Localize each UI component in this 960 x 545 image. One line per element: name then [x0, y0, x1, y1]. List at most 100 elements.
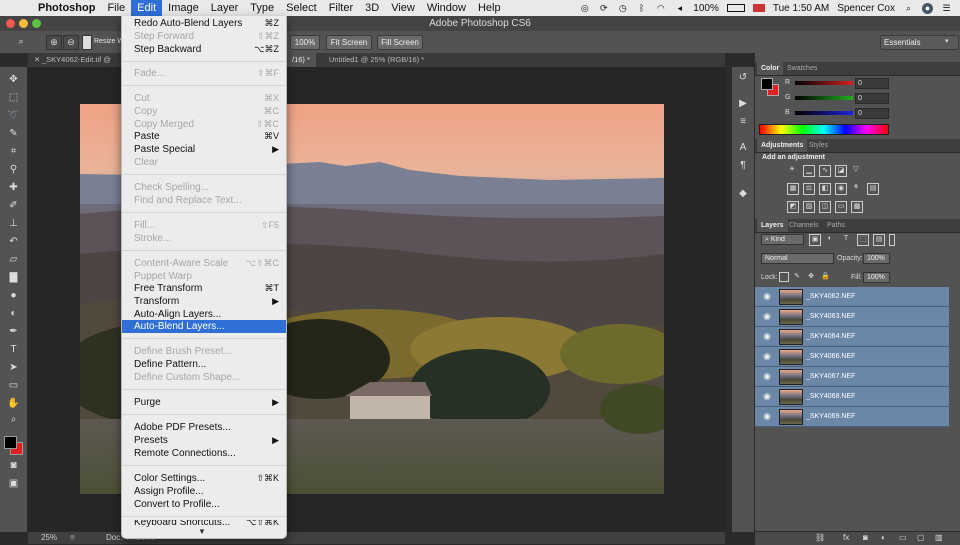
- filter-adjust-icon[interactable]: ◐: [825, 234, 835, 244]
- group-folder-icon[interactable]: ▭: [899, 533, 907, 542]
- lock-position-icon[interactable]: ✥: [807, 272, 815, 280]
- filter-pixel-icon[interactable]: ▣: [809, 234, 821, 246]
- menu-app-photoshop[interactable]: Photoshop: [34, 0, 101, 16]
- eye-icon[interactable]: ◉: [761, 411, 773, 421]
- filter-smart-icon[interactable]: ▤: [873, 234, 885, 246]
- tab-color[interactable]: Color: [757, 62, 784, 75]
- fit-screen-button[interactable]: Fit Screen: [326, 35, 372, 50]
- black-white-icon[interactable]: ◧: [819, 183, 831, 195]
- fx-icon[interactable]: fx: [843, 533, 849, 542]
- menu-item-assign-profile[interactable]: Assign Profile...: [122, 485, 286, 498]
- properties-panel-icon[interactable]: ≡: [736, 115, 750, 128]
- notification-center-icon[interactable]: ☰: [941, 3, 952, 14]
- type-tool-icon[interactable]: T: [5, 343, 22, 356]
- menu-item-auto-blend-layers[interactable]: Auto-Blend Layers...: [122, 320, 286, 333]
- layer-row[interactable]: ◉ _SKY4066.NEF: [755, 347, 949, 367]
- layer-row[interactable]: ◉ _SKY4064.NEF: [755, 327, 949, 347]
- menu-scroll-down-icon[interactable]: ▼: [198, 527, 206, 536]
- eye-icon[interactable]: ◉: [761, 311, 773, 321]
- color-balance-icon[interactable]: ⚖: [803, 183, 815, 195]
- menu-filter[interactable]: Filter: [323, 0, 359, 16]
- 3d-panel-icon[interactable]: ◆: [736, 187, 750, 200]
- marquee-tool-icon[interactable]: ⬚: [5, 91, 22, 104]
- eye-icon[interactable]: ◉: [761, 331, 773, 341]
- character-panel-icon[interactable]: A: [736, 141, 750, 154]
- timemachine-icon[interactable]: ◷: [617, 3, 628, 14]
- gradient-tool-icon[interactable]: ▇: [5, 271, 22, 284]
- menu-item-step-backward[interactable]: Step Backward ⌥⌘Z: [122, 43, 286, 56]
- lasso-tool-icon[interactable]: ➰: [5, 109, 22, 122]
- brightness-icon[interactable]: ☀: [787, 165, 797, 175]
- paragraph-panel-icon[interactable]: ¶: [736, 159, 750, 172]
- zoom-window-icon[interactable]: [32, 19, 41, 28]
- channel-r-value[interactable]: 0: [855, 78, 889, 89]
- tab-paths[interactable]: Paths: [823, 219, 849, 232]
- actions-panel-icon[interactable]: ▶: [736, 97, 750, 110]
- close-window-icon[interactable]: [6, 19, 15, 28]
- tab-sky4062-edit[interactable]: _SKY4062-Edit.tif @: [36, 53, 117, 67]
- color-spectrum-bar[interactable]: [759, 124, 889, 135]
- menu-item-fill[interactable]: Fill... ⇧F5: [122, 219, 286, 232]
- photo-filter-icon[interactable]: ◉: [835, 183, 847, 195]
- channel-g-slider[interactable]: [795, 96, 853, 100]
- layer-filter-kind[interactable]: ⌕ Kind: [761, 234, 804, 245]
- fill-screen-button[interactable]: Fill Screen: [377, 35, 423, 50]
- history-brush-tool-icon[interactable]: ↶: [5, 235, 22, 248]
- spotlight-icon[interactable]: ⌕: [903, 3, 914, 14]
- filter-type-icon[interactable]: T: [841, 234, 851, 244]
- history-panel-icon[interactable]: ↺: [736, 71, 750, 84]
- gradient-map-icon[interactable]: ▭: [835, 201, 847, 213]
- zoom-tool-icon[interactable]: ⌕: [14, 35, 28, 48]
- pen-tool-icon[interactable]: ✒: [5, 325, 22, 338]
- clone-stamp-tool-icon[interactable]: ⊥: [5, 217, 22, 230]
- blur-tool-icon[interactable]: ●: [5, 289, 22, 302]
- tab-untitled1[interactable]: Untitled1 @ 25% (RGB/16) *: [323, 53, 430, 67]
- channel-g-value[interactable]: 0: [855, 93, 889, 104]
- menu-item-purge[interactable]: Purge ▶: [122, 396, 286, 409]
- menu-item-redo[interactable]: Redo Auto-Blend Layers ⌘Z: [122, 17, 286, 30]
- zoom-level[interactable]: 25%: [41, 532, 57, 544]
- menu-item-paste-special[interactable]: Paste Special ▶: [122, 143, 286, 156]
- share-icon[interactable]: ⌾: [70, 532, 75, 544]
- invert-icon[interactable]: ◩: [787, 201, 799, 213]
- hue-sat-icon[interactable]: ▦: [787, 183, 799, 195]
- eyedropper-tool-icon[interactable]: ⚲: [5, 163, 22, 176]
- tab-styles[interactable]: Styles: [805, 139, 832, 152]
- filter-toggle-icon[interactable]: [889, 234, 895, 246]
- lock-pixels-icon[interactable]: ✎: [793, 272, 801, 280]
- curves-icon[interactable]: ∿: [819, 165, 831, 177]
- tab-swatches[interactable]: Swatches: [783, 62, 821, 75]
- levels-icon[interactable]: ▁: [803, 165, 815, 177]
- mask-icon[interactable]: ◙: [863, 533, 868, 542]
- lock-transparent-icon[interactable]: [779, 272, 789, 282]
- layer-row[interactable]: ◉ _SKY4068.NEF: [755, 387, 949, 407]
- eye-icon[interactable]: ◉: [761, 371, 773, 381]
- menu-3d[interactable]: 3D: [359, 0, 385, 16]
- brush-tool-icon[interactable]: ✐: [5, 199, 22, 212]
- quick-mask-icon[interactable]: ◙: [5, 459, 22, 472]
- zoom-out-icon[interactable]: ⊖: [63, 35, 79, 50]
- path-select-tool-icon[interactable]: ➤: [5, 361, 22, 374]
- foreground-color-swatch[interactable]: [4, 436, 17, 449]
- creative-cloud-icon[interactable]: ◎: [579, 3, 590, 14]
- channel-b-value[interactable]: 0: [855, 108, 889, 119]
- lock-all-icon[interactable]: 🔒: [821, 272, 830, 280]
- fg-color-chip[interactable]: [761, 78, 773, 90]
- layer-row[interactable]: ◉ _SKY4063.NEF: [755, 307, 949, 327]
- menu-item-convert-profile[interactable]: Convert to Profile...: [122, 498, 286, 511]
- eye-icon[interactable]: ◉: [761, 291, 773, 301]
- tab-adjustments[interactable]: Adjustments: [757, 139, 808, 152]
- opacity-value[interactable]: 100%: [863, 253, 890, 264]
- user-name[interactable]: Spencer Cox: [837, 3, 895, 14]
- trash-icon[interactable]: ▥: [935, 533, 943, 542]
- menu-item-define-brush[interactable]: Define Brush Preset...: [122, 345, 286, 358]
- exposure-icon[interactable]: ◪: [835, 165, 847, 177]
- minimize-window-icon[interactable]: [19, 19, 28, 28]
- menu-item-free-transform[interactable]: Free Transform ⌘T: [122, 282, 286, 295]
- menu-item-presets[interactable]: Presets ▶: [122, 434, 286, 447]
- menu-item-step-forward[interactable]: Step Forward ⇧⌘Z: [122, 30, 286, 43]
- blend-mode-select[interactable]: Normal: [761, 253, 834, 264]
- layer-row[interactable]: ◉ _SKY4069.NEF: [755, 407, 949, 427]
- zoom-in-icon[interactable]: ⊕: [46, 35, 62, 50]
- threshold-icon[interactable]: ◫: [819, 201, 831, 213]
